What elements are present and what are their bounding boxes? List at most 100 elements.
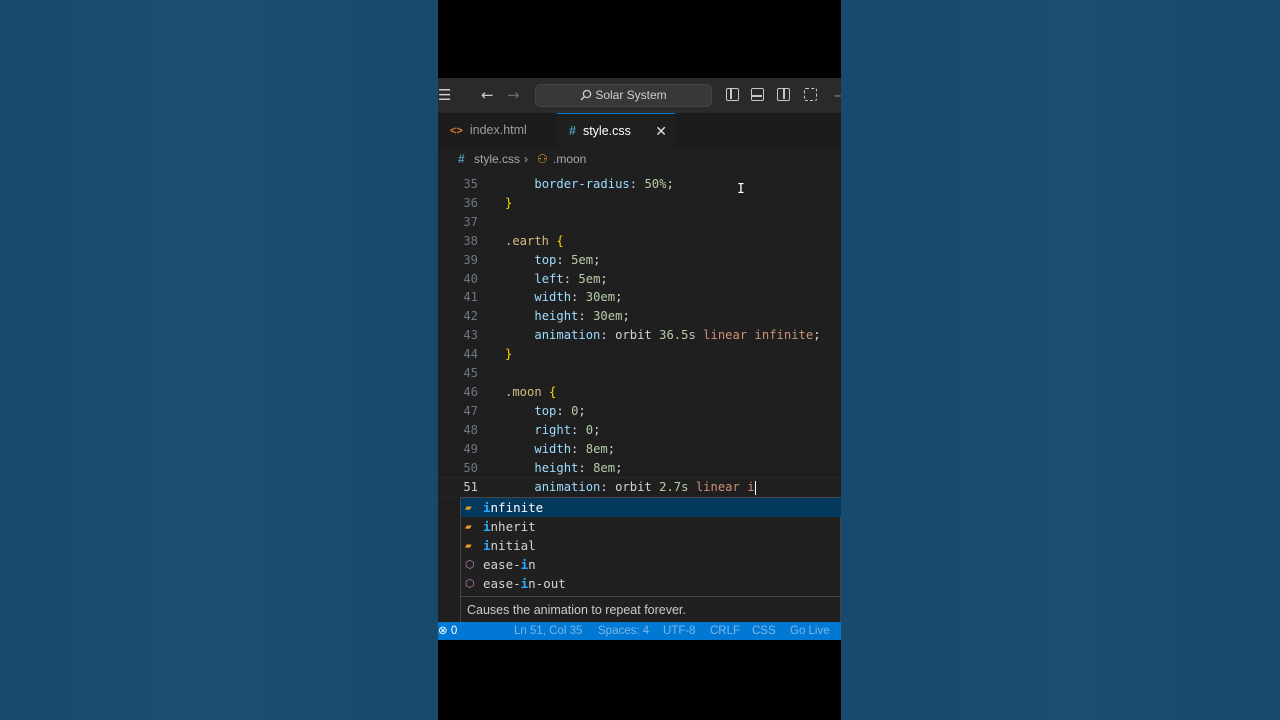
line-endings[interactable]: CRLF [710,622,740,640]
problems-indicator[interactable]: ⊗ 0 [438,622,457,640]
code-token: } [505,347,513,362]
line-code: top: 0; [505,402,585,421]
code-line[interactable]: 44} [438,345,841,364]
encoding[interactable]: UTF-8 [663,622,696,640]
line-number: 46 [463,384,478,399]
customize-layout-icon[interactable] [804,88,817,101]
indentation[interactable]: Spaces: 4 [598,622,649,640]
code-line[interactable]: 45 [438,364,841,383]
code-token: : [563,271,579,286]
command-center-search[interactable]: Solar System [535,84,712,107]
code-token: .moon [505,384,542,399]
toggle-primary-sidebar-icon[interactable] [726,88,739,101]
code-token: : [578,460,594,475]
code-line[interactable]: 49 width: 8em; [438,440,841,459]
code-line[interactable]: 36} [438,194,841,213]
code-token: 30em [593,309,623,324]
line-code: .moon { [505,383,556,402]
cursor-position[interactable]: Ln 51, Col 35 [514,622,582,640]
code-token: linear [703,328,748,343]
code-line[interactable]: 46 .moon { [438,383,841,402]
code-token: ; [615,290,623,305]
code-line[interactable]: 48 right: 0; [438,421,841,440]
suggestion-match: i [483,538,491,553]
css-file-icon: # [569,124,576,138]
tab-label: style.css [582,124,631,138]
tab-style-css[interactable]: # style.css ✕ [557,113,675,148]
go-live-button[interactable]: Go Live [790,622,830,640]
line-code: width: 30em; [505,288,622,307]
language-mode[interactable]: CSS [752,622,776,640]
enum-value-icon: ▰ [465,520,472,533]
toggle-secondary-sidebar-icon[interactable] [777,88,790,101]
breadcrumb-file[interactable]: style.css [474,148,520,170]
code-line[interactable]: 51 animation: orbit 2.7s linear i [438,477,841,499]
code-editor[interactable]: 35 border-radius: 50%; 36} 37 38 .earth {39 … [438,170,841,623]
line-number: 37 [463,214,478,229]
code-token: i [747,480,755,495]
problems-count: 0 [450,625,458,637]
code-line[interactable]: 43 animation: orbit 36.5s linear infinit… [438,326,841,345]
code-token: : [556,403,572,418]
line-code: border-radius: 50%; [505,175,674,194]
code-token: : [571,441,586,456]
code-token: border-radius [534,177,630,191]
minimize-icon[interactable]: – [834,78,841,113]
forward-arrow-icon[interactable]: → [507,78,520,113]
back-arrow-icon[interactable]: ← [481,78,494,113]
toggle-panel-icon[interactable] [751,88,764,101]
video-frame: ☰ ← → Solar System – <> index.html # style… [438,0,841,720]
close-icon[interactable]: ✕ [655,114,667,149]
status-bar: ⊗ 0 Ln 51, Col 35 Spaces: 4 UTF-8 CRLF C… [438,622,841,640]
breadcrumb-symbol[interactable]: .moon [553,148,586,170]
error-icon: ⊗ [438,625,448,637]
code-token: right [534,422,572,437]
code-line[interactable]: 39 top: 5em; [438,251,841,270]
chevron-right-icon: › [524,152,528,166]
suggestion-label: ease-in-out [483,574,566,593]
suggestion-match: i [483,519,491,534]
search-icon [580,89,592,101]
code-token: top [534,403,557,418]
line-number: 39 [463,252,478,267]
code-line[interactable]: 40 left: 5em; [438,270,841,289]
line-number: 51 [463,480,478,495]
breadcrumb: # style.css › ⚇ .moon [438,148,841,170]
tab-index-html[interactable]: <> index.html [438,113,556,148]
suggestion-item[interactable]: ▰ infinite [461,498,841,517]
suggestion-text: nitial [490,538,536,553]
code-token: 8em [593,460,616,475]
code-token: : [629,177,645,191]
line-code: top: 5em; [505,251,600,270]
line-code: height: 8em; [505,459,622,478]
code-line[interactable]: 41 width: 30em; [438,288,841,307]
suggestion-item[interactable]: ▰ initial [461,536,841,555]
code-token: : [578,309,594,324]
code-line[interactable]: 50 height: 8em; [438,459,841,478]
code-line[interactable]: 38 .earth { [438,232,841,251]
code-line[interactable]: 42 height: 30em; [438,307,841,326]
menu-icon[interactable]: ☰ [438,78,451,113]
line-code: } [505,345,512,364]
suggestion-match: i [483,500,491,515]
code-token: 0 [585,422,594,437]
suggestion-item[interactable]: ⬡ ease-in-out [461,574,841,593]
line-number: 50 [463,460,478,475]
code-line[interactable]: 47 top: 0; [438,402,841,421]
code-token: ; [666,177,674,191]
suggestion-item[interactable]: ▰ inherit [461,517,841,536]
suggestion-item[interactable]: ⬡ ease-in [461,555,841,574]
tab-label: index.html [469,123,527,137]
line-number: 40 [463,271,478,286]
code-token: : orbit [600,480,660,495]
code-token: ; [593,252,601,267]
code-line[interactable]: 35 border-radius: 50%; [438,175,841,194]
code-line[interactable]: 37 [438,213,841,232]
line-number: 47 [463,403,478,418]
